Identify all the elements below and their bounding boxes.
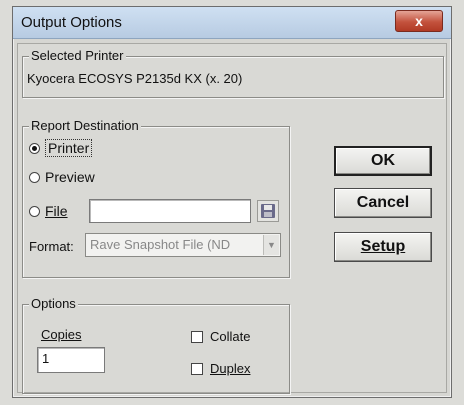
copies-label: Copies	[41, 327, 82, 342]
radio-preview-indicator[interactable]	[29, 171, 40, 183]
window-title: Output Options	[21, 14, 122, 31]
setup-button[interactable]: Setup	[334, 232, 432, 262]
close-button[interactable]: x	[395, 10, 443, 32]
browse-file-button[interactable]	[257, 200, 279, 222]
radio-preview-label: Preview	[45, 169, 95, 185]
dialog-body: Selected Printer Kyocera ECOSYS P2135d K…	[17, 43, 447, 394]
options-legend: Options	[29, 296, 78, 311]
format-select-value: Rave Snapshot File (ND	[90, 237, 231, 252]
report-destination-legend: Report Destination	[29, 118, 141, 133]
selected-printer-group: Selected Printer Kyocera ECOSYS P2135d K…	[22, 48, 444, 98]
selected-printer-legend: Selected Printer	[29, 48, 126, 63]
radio-preview[interactable]: Preview	[29, 169, 95, 185]
floppy-disk-icon	[261, 204, 275, 218]
radio-file[interactable]: File	[29, 203, 68, 219]
cancel-button[interactable]: Cancel	[334, 188, 432, 218]
radio-printer[interactable]: Printer	[29, 139, 93, 157]
chevron-down-icon[interactable]: ▼	[263, 235, 279, 255]
title-bar: Output Options x	[13, 7, 451, 39]
printer-name: Kyocera ECOSYS P2135d KX (x. 20)	[27, 71, 243, 86]
collate-checkbox[interactable]: Collate	[191, 329, 250, 344]
duplex-checkbox-box[interactable]	[191, 362, 203, 375]
output-options-dialog: Output Options x Selected Printer Kyocer…	[12, 6, 452, 398]
format-label: Format:	[29, 239, 74, 254]
radio-printer-indicator[interactable]	[29, 142, 40, 154]
options-group: Options Copies 1 Collate Duplex	[22, 296, 290, 394]
radio-file-indicator[interactable]	[29, 205, 40, 217]
collate-checkbox-box[interactable]	[191, 330, 203, 343]
format-select[interactable]: Rave Snapshot File (ND ▼	[85, 233, 281, 257]
radio-printer-label: Printer	[45, 139, 93, 157]
radio-file-label: File	[45, 203, 68, 219]
ok-button[interactable]: OK	[334, 146, 432, 176]
collate-label: Collate	[210, 329, 251, 344]
duplex-checkbox[interactable]: Duplex	[191, 361, 250, 376]
copies-input[interactable]: 1	[37, 347, 105, 373]
report-destination-group: Report Destination Printer Preview File …	[22, 118, 290, 278]
duplex-label: Duplex	[210, 361, 251, 376]
file-path-input[interactable]	[89, 199, 251, 223]
close-icon: x	[415, 13, 423, 29]
